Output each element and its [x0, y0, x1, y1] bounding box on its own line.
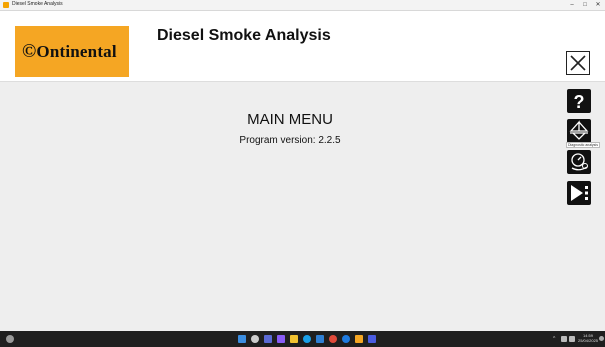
window-titlebar: Diesel Smoke Analysis – □ ✕ — [0, 0, 605, 11]
chrome-icon[interactable] — [329, 335, 337, 343]
widgets-icon[interactable] — [6, 335, 14, 343]
edge-icon[interactable] — [303, 335, 311, 343]
taskbar: ^ 14:59 25/04/2025 — [0, 331, 605, 347]
diagnostic-tooltip: Diagnostic analysis — [566, 142, 600, 148]
search-icon[interactable] — [251, 335, 259, 343]
continental-logo: ©Ontinental — [15, 26, 129, 77]
main-panel: MAIN MENU Program version: 2.2.5 — [0, 82, 605, 331]
app-header: ©Ontinental Diesel Smoke Analysis — [0, 11, 605, 82]
file-explorer-icon[interactable] — [290, 335, 298, 343]
volume-tray-icon[interactable] — [569, 336, 575, 342]
tray-chevron-icon[interactable]: ^ — [553, 336, 555, 342]
diesel-smoke-analysis-taskbar-icon[interactable] — [355, 335, 363, 343]
clock[interactable]: 14:59 25/04/2025 — [578, 333, 598, 343]
gauge-icon — [571, 153, 588, 171]
taskview-icon[interactable] — [264, 335, 272, 343]
logo-text: ©Ontinental — [22, 41, 117, 62]
play-icon — [571, 185, 588, 201]
app-title: Diesel Smoke Analysis — [157, 27, 331, 44]
network-icon — [569, 120, 589, 140]
run-button[interactable] — [567, 181, 591, 205]
window-close-button[interactable]: ✕ — [591, 0, 605, 10]
app-icon-2[interactable] — [368, 335, 376, 343]
svg-text:?: ? — [574, 92, 585, 112]
notification-icon[interactable] — [599, 336, 604, 341]
start-icon[interactable] — [238, 335, 246, 343]
app-icon — [3, 2, 9, 8]
logo-c: © — [22, 41, 37, 62]
store-icon[interactable] — [316, 335, 324, 343]
clock-date: 25/04/2025 — [578, 338, 599, 343]
diagnostic-button[interactable] — [567, 119, 591, 143]
close-button[interactable] — [566, 51, 590, 75]
help-button[interactable]: ? — [567, 89, 591, 113]
teams-icon[interactable] — [277, 335, 285, 343]
window-title: Diesel Smoke Analysis — [12, 1, 63, 7]
maximize-button[interactable]: □ — [578, 0, 592, 10]
network-tray-icon[interactable] — [561, 336, 567, 342]
close-icon — [570, 55, 586, 71]
menu-title: MAIN MENU — [247, 111, 333, 128]
gauge-button[interactable] — [567, 150, 591, 174]
program-version: Program version: 2.2.5 — [239, 135, 341, 146]
question-icon: ? — [574, 92, 585, 112]
app-icon-1[interactable] — [342, 335, 350, 343]
minimize-button[interactable]: – — [565, 0, 579, 10]
